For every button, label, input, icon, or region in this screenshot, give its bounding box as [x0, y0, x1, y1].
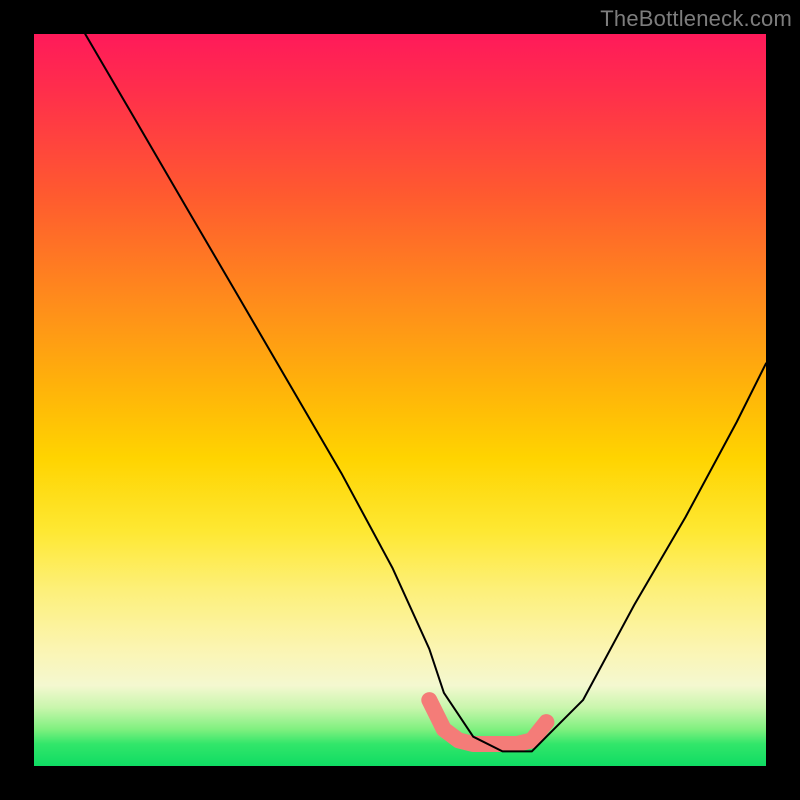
chart-frame: TheBottleneck.com — [0, 0, 800, 800]
sweet-spot-band-path — [429, 700, 546, 744]
plot-area — [34, 34, 766, 766]
watermark-text: TheBottleneck.com — [600, 6, 792, 32]
curve-layer — [34, 34, 766, 766]
bottleneck-curve-path — [85, 34, 766, 751]
